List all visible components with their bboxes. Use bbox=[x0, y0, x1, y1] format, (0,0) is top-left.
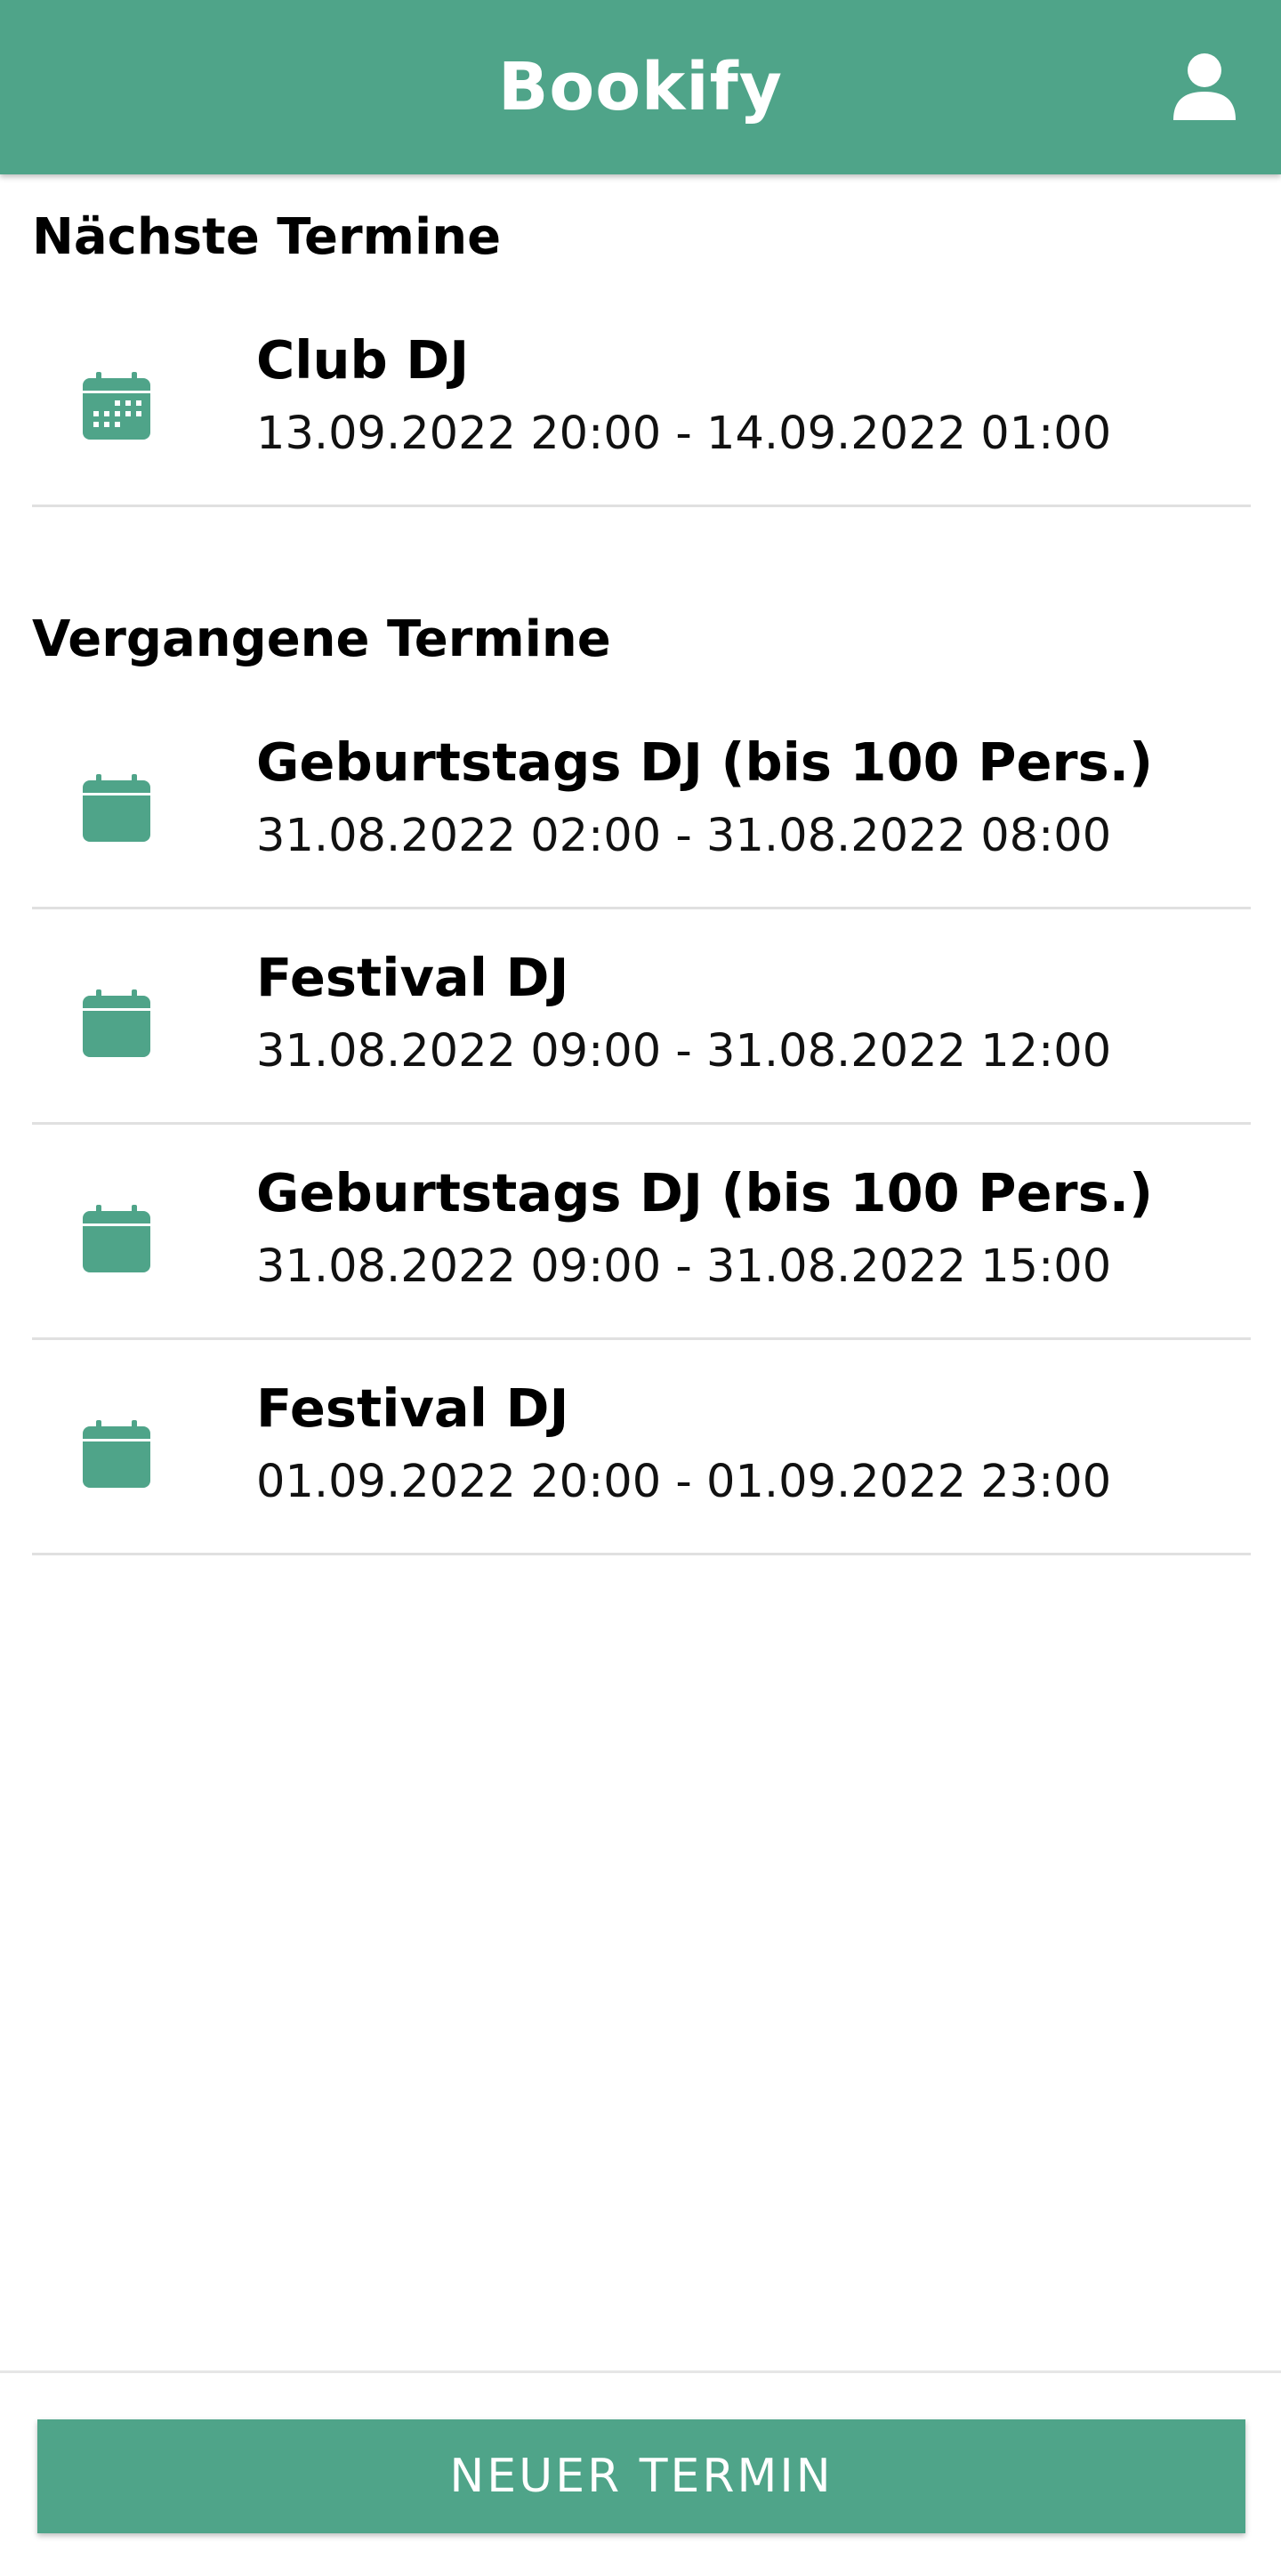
appointment-title: Club DJ bbox=[256, 329, 470, 391]
app-bar: Bookify bbox=[0, 0, 1281, 174]
list-item[interactable]: Club DJ 13.09.2022 20:00 - 14.09.2022 01… bbox=[32, 294, 1251, 507]
list-item[interactable]: Festival DJ 31.08.2022 09:00 - 31.08.202… bbox=[32, 911, 1251, 1125]
calendar-icon bbox=[83, 1205, 150, 1272]
calendar-icon bbox=[83, 1420, 150, 1488]
list-item[interactable]: Geburtstags DJ (bis 100 Pers.) 31.08.202… bbox=[32, 696, 1251, 909]
appointment-title: Geburtstags DJ (bis 100 Pers.) bbox=[256, 1162, 1154, 1223]
appointment-title: Geburtstags DJ (bis 100 Pers.) bbox=[256, 731, 1154, 793]
appointment-time: 31.08.2022 09:00 - 31.08.2022 12:00 bbox=[256, 1025, 1112, 1078]
bottom-action-bar: NEUER TERMIN bbox=[0, 2370, 1281, 2576]
appointment-time: 31.08.2022 09:00 - 31.08.2022 15:00 bbox=[256, 1240, 1112, 1293]
appointment-time: 31.08.2022 02:00 - 31.08.2022 08:00 bbox=[256, 810, 1112, 862]
app-title: Bookify bbox=[497, 49, 784, 125]
calendar-days-icon bbox=[83, 372, 150, 440]
appointment-time: 13.09.2022 20:00 - 14.09.2022 01:00 bbox=[256, 408, 1112, 460]
profile-button[interactable] bbox=[1160, 43, 1249, 132]
user-icon bbox=[1173, 53, 1236, 120]
appointment-time: 01.09.2022 20:00 - 01.09.2022 23:00 bbox=[256, 1456, 1112, 1508]
new-appointment-button[interactable]: NEUER TERMIN bbox=[37, 2419, 1245, 2533]
calendar-icon bbox=[83, 989, 150, 1057]
appointment-title: Festival DJ bbox=[256, 947, 569, 1008]
list-item[interactable]: Festival DJ 01.09.2022 20:00 - 01.09.202… bbox=[32, 1342, 1251, 1555]
calendar-icon bbox=[83, 774, 150, 842]
appointment-title: Festival DJ bbox=[256, 1377, 569, 1439]
list-item[interactable]: Geburtstags DJ (bis 100 Pers.) 31.08.202… bbox=[32, 1126, 1251, 1340]
